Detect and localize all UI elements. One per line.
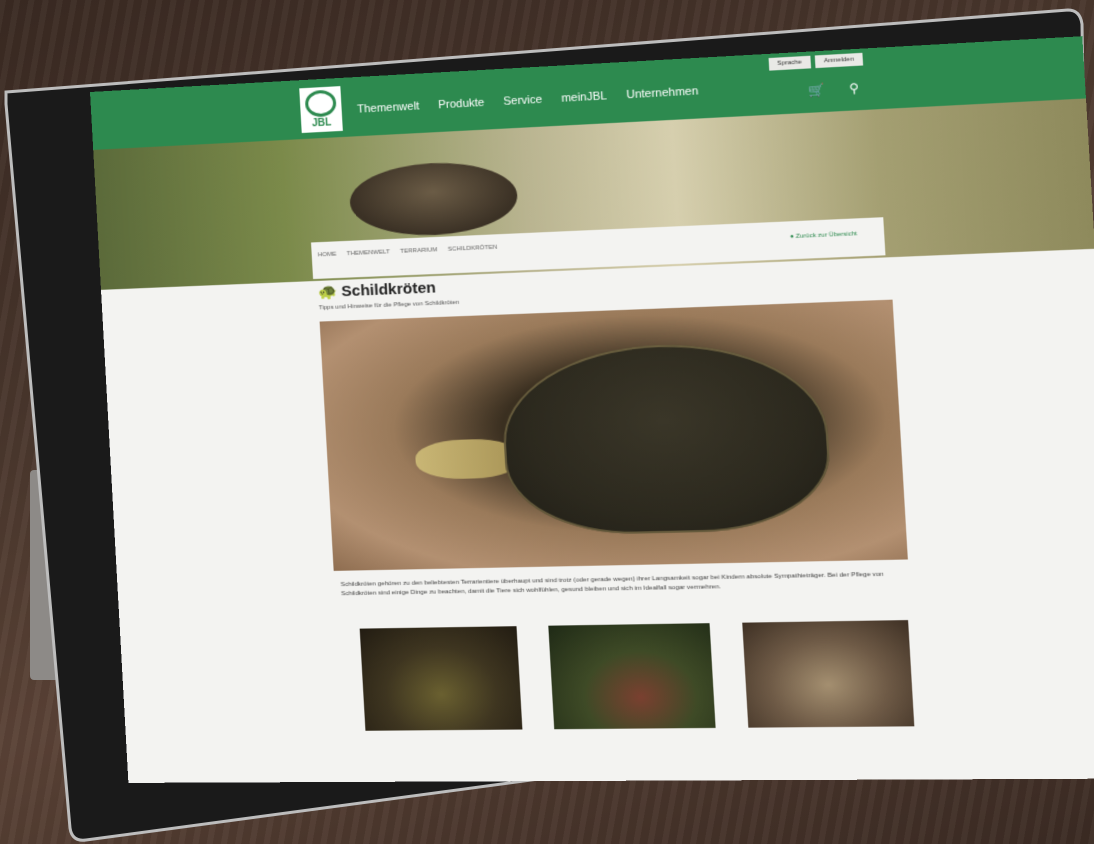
tortoise-shell [498, 339, 834, 537]
thumbnail-image-2[interactable] [548, 623, 716, 730]
turtle-icon: 🐢 [317, 282, 342, 302]
header-icons: 🛒 ⚲ [808, 81, 860, 98]
utility-buttons: Sprache Anmelden [768, 52, 864, 71]
fish-logo-icon [304, 89, 337, 118]
thumbnail-image-3[interactable] [742, 620, 915, 728]
page-title-text: Schildkröten [340, 279, 437, 301]
page-title: 🐢 Schildkröten [317, 278, 436, 301]
jbl-logo[interactable]: JBL [297, 83, 346, 136]
nav-item-unternehmen[interactable]: Unternehmen [626, 85, 699, 101]
breadcrumb-home[interactable]: HOME [318, 252, 337, 259]
thumbnail-image-1[interactable] [359, 626, 523, 731]
cart-icon[interactable]: 🛒 [808, 82, 825, 98]
login-button[interactable]: Anmelden [814, 52, 864, 69]
nav-item-meinjbl[interactable]: meinJBL [561, 90, 607, 105]
nav-item-service[interactable]: Service [503, 94, 543, 108]
search-icon[interactable]: ⚲ [849, 81, 860, 96]
main-nav: Themenwelt Produkte Service meinJBL Unte… [357, 85, 699, 116]
logo-text: JBL [311, 117, 332, 130]
webpage-screen: JBL Themenwelt Produkte Service meinJBL … [90, 36, 1094, 783]
language-button[interactable]: Sprache [768, 55, 812, 71]
nav-item-themenwelt[interactable]: Themenwelt [357, 100, 420, 116]
main-tortoise-image [319, 299, 908, 571]
intro-paragraph: Schildkröten gehören zu den beliebtesten… [340, 570, 884, 598]
thumbnail-gallery [359, 620, 915, 731]
nav-item-produkte[interactable]: Produkte [438, 97, 485, 112]
hero-tortoise [348, 159, 520, 239]
page-subtitle: Tipps und Hinweise für die Pflege von Sc… [318, 299, 460, 312]
